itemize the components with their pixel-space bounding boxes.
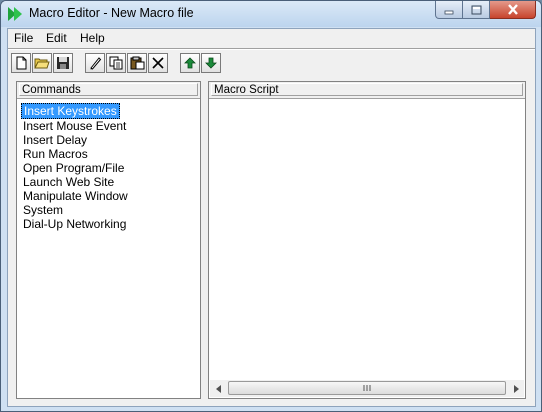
commands-list: Insert Keystrokes Insert Mouse Event Ins…: [21, 103, 130, 231]
window-title: Macro Editor - New Macro file: [29, 6, 194, 20]
maximize-icon: [471, 5, 481, 14]
open-button[interactable]: [32, 53, 52, 73]
save-disk-icon: [57, 57, 69, 69]
horizontal-scrollbar[interactable]: [210, 380, 524, 397]
save-button[interactable]: [53, 53, 73, 73]
paste-button[interactable]: [127, 53, 147, 73]
commands-panel: Commands Insert Keystrokes Insert Mouse …: [16, 81, 201, 399]
command-item[interactable]: Insert Keystrokes: [21, 103, 120, 119]
commands-header-label: Commands: [22, 84, 81, 96]
scroll-thumb[interactable]: [228, 381, 506, 395]
new-file-icon: [16, 56, 27, 70]
grip-icon: [363, 385, 371, 391]
minimize-icon: [444, 10, 454, 14]
move-down-button[interactable]: [201, 53, 221, 73]
paste-icon: [130, 56, 144, 70]
main-window: Macro Editor - New Macro file File Edit …: [0, 0, 542, 412]
delete-button[interactable]: [148, 53, 168, 73]
minimize-button[interactable]: [435, 1, 463, 19]
menu-help[interactable]: Help: [80, 31, 105, 45]
new-file-button[interactable]: [11, 53, 31, 73]
scroll-right-icon: [513, 384, 519, 393]
command-item[interactable]: Insert Delay: [21, 133, 130, 147]
open-folder-icon: [34, 58, 50, 69]
close-icon: [507, 4, 518, 15]
edit-button[interactable]: [85, 53, 105, 73]
caption-buttons: [435, 1, 536, 20]
menu-edit[interactable]: Edit: [46, 31, 67, 45]
menu-toolbar-divider: [8, 48, 535, 50]
scroll-left-button[interactable]: [210, 380, 227, 397]
macro-script-header[interactable]: Macro Script: [209, 82, 525, 99]
move-up-arrow-icon: [184, 57, 196, 69]
macro-script-header-label: Macro Script: [214, 84, 279, 96]
command-item[interactable]: Run Macros: [21, 147, 130, 161]
macro-script-panel[interactable]: Macro Script: [208, 81, 526, 399]
command-item[interactable]: Launch Web Site: [21, 175, 130, 189]
commands-header[interactable]: Commands: [17, 82, 200, 99]
client-area: File Edit Help Commands Insert Keystroke…: [7, 28, 536, 407]
command-item[interactable]: Dial-Up Networking: [21, 217, 130, 231]
delete-x-icon: [152, 57, 164, 69]
maximize-button[interactable]: [463, 1, 490, 19]
edit-pencil-icon: [90, 57, 102, 70]
move-down-arrow-icon: [205, 57, 217, 69]
command-item[interactable]: Insert Mouse Event: [21, 119, 130, 133]
menu-bar: File Edit Help: [8, 29, 535, 47]
move-up-button[interactable]: [180, 53, 200, 73]
title-bar[interactable]: Macro Editor - New Macro file: [1, 1, 541, 27]
command-item[interactable]: System: [21, 203, 130, 217]
green-arrow-icon: [8, 7, 22, 21]
command-item[interactable]: Open Program/File: [21, 161, 130, 175]
command-item[interactable]: Manipulate Window: [21, 189, 130, 203]
close-button[interactable]: [490, 1, 536, 19]
menu-file[interactable]: File: [14, 31, 33, 45]
scroll-right-button[interactable]: [507, 380, 524, 397]
scroll-left-icon: [215, 384, 221, 393]
copy-icon: [109, 56, 122, 70]
copy-button[interactable]: [106, 53, 126, 73]
